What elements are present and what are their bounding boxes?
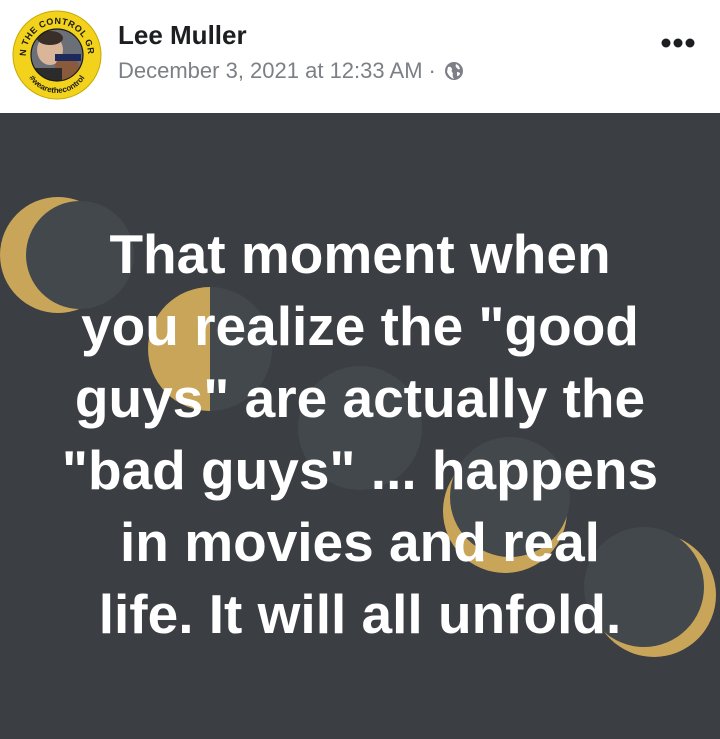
post-text: That moment when you realize the "good g…: [61, 223, 659, 645]
globe-icon[interactable]: [444, 61, 464, 81]
author-name[interactable]: Lee Muller: [118, 20, 247, 51]
avatar[interactable]: I'M IN THE CONTROL GROUP #wearethecontro…: [8, 2, 102, 100]
post-meta: December 3, 2021 at 12:33 AM ·: [118, 58, 464, 84]
more-options-icon[interactable]: [658, 28, 698, 58]
meta-separator: ·: [428, 58, 436, 83]
post-timestamp[interactable]: December 3, 2021 at 12:33 AM: [118, 58, 423, 84]
avatar-image: I'M IN THE CONTROL GROUP #wearethecontro…: [8, 2, 102, 100]
post-header: I'M IN THE CONTROL GROUP #wearethecontro…: [0, 0, 720, 113]
post-content: That moment when you realize the "good g…: [0, 113, 720, 739]
